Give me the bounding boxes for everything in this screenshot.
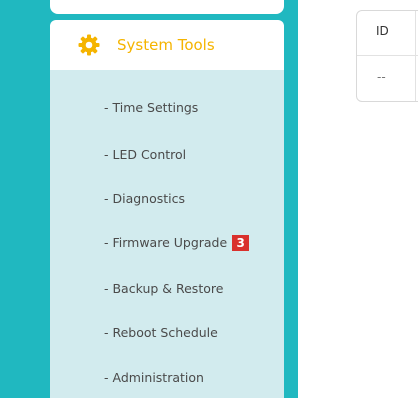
table-row: -- [357,56,418,102]
table-header-row: ID [357,11,418,56]
submenu-item-label: - Backup & Restore [104,281,224,296]
step-badge: 3 [232,235,250,251]
column-divider [415,11,416,101]
submenu-item-label: - Firmware Upgrade [104,235,228,250]
submenu-item-label: - LED Control [104,147,187,162]
submenu-item-time-settings[interactable]: - Time Settings [104,99,198,117]
system-tools-submenu: - Time Settings - LED Control - Diagnost… [50,70,284,398]
submenu-item-backup-restore[interactable]: - Backup & Restore [104,280,223,298]
menu-system-tools-label: System Tools [117,36,215,54]
previous-menu-card [50,0,284,14]
submenu-item-firmware-upgrade[interactable]: - Firmware Upgrade 3 [104,234,250,252]
submenu-item-label: - Diagnostics [104,191,186,206]
submenu-item-label: - Time Settings [104,100,199,115]
submenu-item-reboot-schedule[interactable]: - Reboot Schedule [104,324,218,342]
menu-system-tools[interactable]: System Tools [50,20,284,70]
submenu-item-label: - Administration [104,370,204,385]
submenu-item-label: - Reboot Schedule [104,325,218,340]
submenu-item-diagnostics[interactable]: - Diagnostics [104,190,185,208]
submenu-item-administration[interactable]: - Administration [104,369,204,387]
gear-icon [77,33,101,57]
data-table: ID -- [356,10,418,102]
column-header-id: ID [376,24,389,38]
submenu-item-led-control[interactable]: - LED Control [104,146,186,164]
table-cell-id: -- [377,70,386,84]
